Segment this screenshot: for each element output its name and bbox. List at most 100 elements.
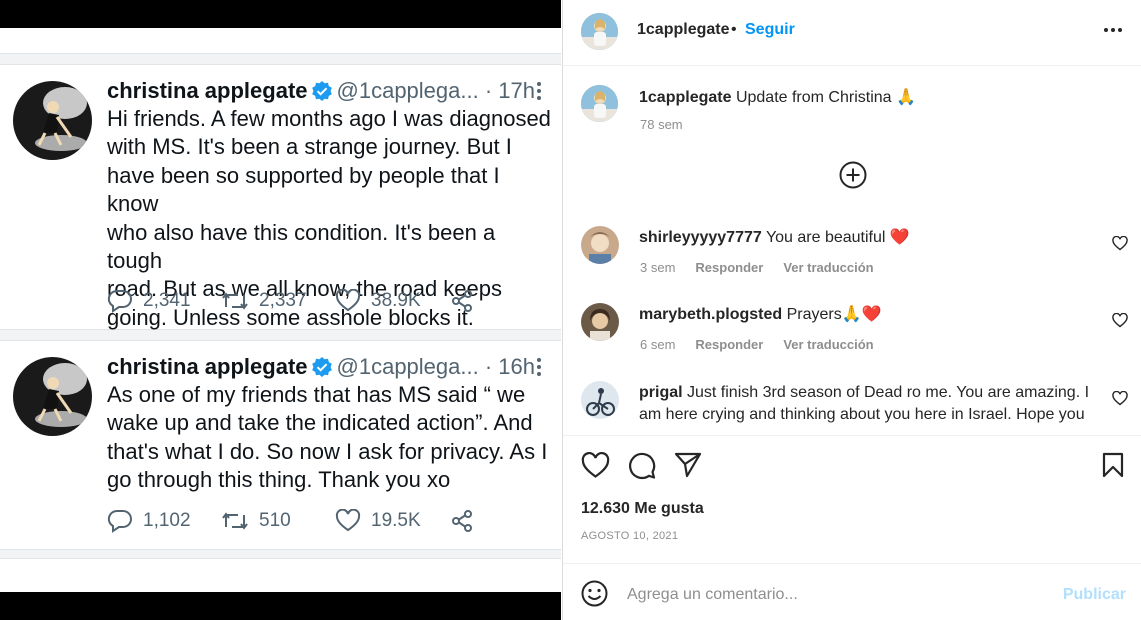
comment-username[interactable]: shirleyyyyy7777 bbox=[639, 229, 762, 246]
comment-meta: 3 sem Responder Ver traducción bbox=[640, 260, 894, 275]
tweet-avatar bbox=[13, 81, 92, 160]
black-bar-bottom bbox=[0, 592, 561, 620]
comment-input-bar: Agrega un comentario... Publicar bbox=[563, 563, 1141, 620]
post-date: AGOSTO 10, 2021 bbox=[581, 530, 679, 542]
comment: shirleyyyyy7777 You are beautiful ❤️ bbox=[639, 227, 1103, 249]
tweet-line: go through this thing. Thank you xo bbox=[107, 467, 451, 493]
emoji-icon[interactable] bbox=[581, 580, 608, 607]
tweet-author-name[interactable]: christina applegate bbox=[107, 78, 308, 103]
more-options-icon[interactable] bbox=[537, 355, 541, 379]
tweet-time[interactable]: · 17h bbox=[485, 78, 535, 103]
reply-link[interactable]: Responder bbox=[695, 260, 763, 275]
comment-body: Prayers🙏❤️ bbox=[786, 306, 882, 323]
share-icon bbox=[452, 290, 472, 312]
comment-username[interactable]: marybeth.plogsted bbox=[639, 306, 782, 323]
like-count: 19.5K bbox=[371, 510, 421, 531]
tweet-actions: 1,102 510 19.5K bbox=[107, 509, 485, 533]
tweet-header: christina applegate @1capplega... · 16h bbox=[107, 354, 535, 380]
tweet-divider-strip bbox=[0, 558, 561, 592]
comment-meta: 6 sem Responder Ver traducción bbox=[640, 337, 894, 352]
reply-count: 1,102 bbox=[143, 510, 191, 531]
save-bookmark-icon[interactable] bbox=[1102, 452, 1124, 478]
retweet-icon bbox=[222, 512, 248, 530]
tweet-line: have been so supported by people that I … bbox=[107, 162, 500, 217]
heart-icon bbox=[335, 509, 361, 532]
tweet-time[interactable]: · 16h bbox=[485, 354, 535, 379]
tweet-line: that's what I do. So now I ask for priva… bbox=[107, 438, 548, 464]
tweet-divider-strip bbox=[0, 28, 561, 54]
comment-like-icon[interactable] bbox=[1112, 313, 1128, 328]
like-button[interactable]: 38.9K bbox=[335, 289, 449, 313]
tweet-handle[interactable]: @1capplega... bbox=[337, 354, 479, 379]
post-caption: 1capplegate Update from Christina 🙏 bbox=[639, 87, 916, 107]
comment-body: Just finish 3rd season of Dead ro me. Yo… bbox=[639, 384, 1090, 423]
reply-icon bbox=[107, 289, 132, 313]
commenter-avatar[interactable] bbox=[581, 303, 619, 341]
heart-icon bbox=[335, 289, 361, 312]
comment-like-icon[interactable] bbox=[1112, 391, 1128, 406]
comment-username[interactable]: prigal bbox=[639, 384, 683, 401]
black-bar-top bbox=[0, 0, 561, 28]
share-button[interactable] bbox=[449, 289, 485, 313]
translate-link[interactable]: Ver traducción bbox=[783, 337, 873, 352]
tweet-2: christina applegate @1capplega... · 16h A… bbox=[0, 340, 561, 550]
reply-link[interactable]: Responder bbox=[695, 337, 763, 352]
share-button[interactable] bbox=[449, 509, 485, 533]
translate-link[interactable]: Ver traducción bbox=[783, 260, 873, 275]
post-header: 1capplegate • Seguir bbox=[563, 0, 1141, 66]
comment: prigal Just finish 3rd season of Dead ro… bbox=[639, 382, 1103, 426]
comment-input[interactable]: Agrega un comentario... bbox=[627, 586, 798, 604]
share-icon[interactable] bbox=[674, 451, 702, 479]
tweet-line: who also have this condition. It's been … bbox=[107, 219, 496, 274]
verified-badge-icon bbox=[311, 357, 332, 377]
retweet-icon bbox=[222, 292, 248, 310]
retweet-button[interactable]: 2,337 bbox=[221, 290, 335, 312]
tweet-author-name[interactable]: christina applegate bbox=[107, 354, 308, 379]
comment-body: You are beautiful ❤️ bbox=[765, 229, 910, 246]
like-button[interactable]: 19.5K bbox=[335, 509, 449, 533]
comment-icon[interactable] bbox=[627, 451, 656, 480]
tweet-1: christina applegate @1capplega... · 17h H… bbox=[0, 64, 561, 330]
follow-button[interactable]: Seguir bbox=[745, 21, 795, 39]
like-count: 38.9K bbox=[371, 290, 421, 311]
reply-count: 2,341 bbox=[143, 290, 191, 311]
retweet-button[interactable]: 510 bbox=[221, 510, 335, 532]
reply-button[interactable]: 2,341 bbox=[107, 289, 221, 313]
caption-avatar[interactable] bbox=[581, 85, 618, 122]
caption-time: 78 sem bbox=[640, 117, 683, 132]
comment-time: 6 sem bbox=[640, 337, 676, 352]
tweet-handle[interactable]: @1capplega... bbox=[337, 78, 479, 103]
caption-username[interactable]: 1capplegate bbox=[639, 89, 731, 106]
tweet-line: wake up and take the indicated action”. … bbox=[107, 410, 533, 436]
verified-badge-icon bbox=[311, 81, 332, 101]
share-icon bbox=[452, 510, 472, 532]
caption-text: Update from Christina 🙏 bbox=[735, 89, 916, 106]
more-options-icon[interactable] bbox=[537, 79, 541, 103]
comment-like-icon[interactable] bbox=[1112, 236, 1128, 251]
tweet-line: with MS. It's been a strange journey. Bu… bbox=[107, 134, 512, 160]
retweet-count: 2,337 bbox=[259, 290, 307, 311]
tweet-actions: 2,341 2,337 38.9K bbox=[107, 289, 485, 313]
tweet-avatar bbox=[13, 357, 92, 436]
reply-button[interactable]: 1,102 bbox=[107, 509, 221, 533]
reply-icon bbox=[107, 509, 132, 533]
instagram-panel: 1capplegate • Seguir 1capplegate Update … bbox=[562, 0, 1141, 620]
tweet-header: christina applegate @1capplega... · 17h bbox=[107, 78, 535, 104]
commenter-avatar[interactable] bbox=[581, 381, 619, 419]
tweet-line: As one of my friends that has MS said “ … bbox=[107, 382, 526, 407]
post-actions: 12.630 Me gusta AGOSTO 10, 2021 bbox=[563, 435, 1141, 563]
comment-time: 3 sem bbox=[640, 260, 676, 275]
tweet-line: Hi friends. A few months ago I was diagn… bbox=[107, 106, 551, 131]
separator-dot: • bbox=[731, 21, 737, 38]
publish-button[interactable]: Publicar bbox=[1063, 586, 1126, 604]
load-more-comments-icon[interactable] bbox=[839, 161, 867, 189]
profile-avatar[interactable] bbox=[581, 13, 618, 50]
likes-count[interactable]: 12.630 Me gusta bbox=[581, 500, 704, 518]
header-username[interactable]: 1capplegate bbox=[637, 21, 729, 39]
more-options-icon[interactable] bbox=[1101, 28, 1122, 32]
tweet-screenshot: christina applegate @1capplega... · 17h H… bbox=[0, 0, 561, 620]
like-heart-icon[interactable] bbox=[581, 452, 610, 479]
commenter-avatar[interactable] bbox=[581, 226, 619, 264]
tweet-text: As one of my friends that has MS said “ … bbox=[107, 381, 552, 495]
comment: marybeth.plogsted Prayers🙏❤️ bbox=[639, 304, 1103, 326]
